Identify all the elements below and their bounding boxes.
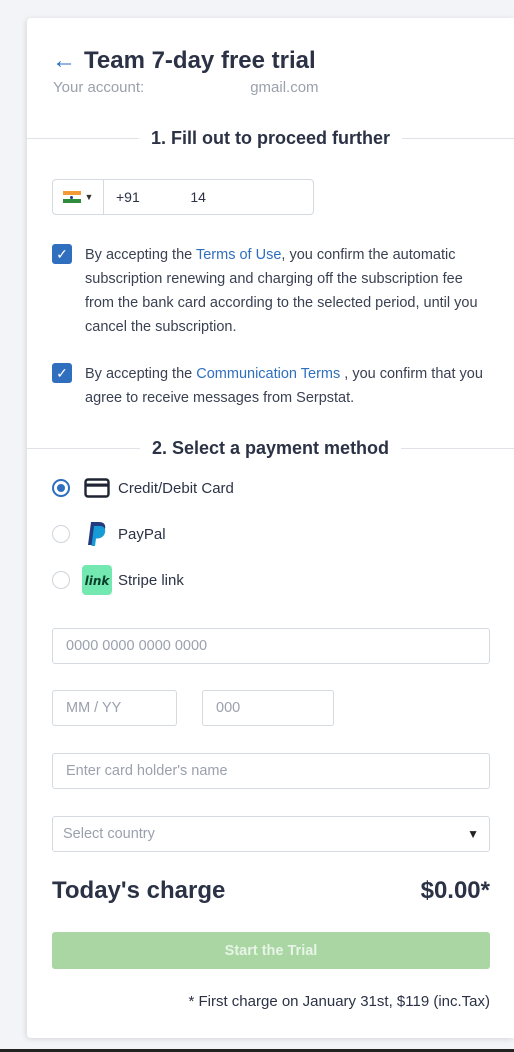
card-number-input[interactable]	[53, 629, 489, 663]
expiry-input[interactable]	[53, 691, 176, 725]
stripe-link-radio[interactable]	[52, 571, 70, 589]
charge-summary: Today's charge $0.00*	[52, 877, 490, 905]
start-trial-button[interactable]: Start the Trial	[52, 932, 490, 969]
stripe-link-icon: link	[82, 565, 112, 595]
card-holder-input[interactable]	[53, 754, 489, 788]
payment-option-card[interactable]: Credit/Debit Card	[52, 473, 234, 503]
divider	[27, 138, 139, 139]
communication-text-before: By accepting the	[85, 366, 197, 382]
payment-option-paypal[interactable]: PayPal	[52, 519, 166, 549]
divider	[402, 138, 514, 139]
svg-text:link: link	[85, 574, 111, 588]
cvc-field	[202, 690, 334, 726]
paypal-icon	[82, 519, 112, 549]
card-number-field	[52, 628, 490, 664]
paypal-label: PayPal	[118, 525, 166, 543]
first-charge-note: * First charge on January 31st, $119 (in…	[188, 993, 490, 1010]
phone-field: ▼ +91 14	[52, 179, 314, 215]
communication-terms-link[interactable]: Communication Terms	[196, 366, 340, 382]
phone-input[interactable]: +91 14	[104, 189, 206, 205]
header: ← Team 7-day free trial	[52, 46, 316, 76]
payment-option-stripe-link[interactable]: link Stripe link	[52, 565, 184, 595]
india-flag-icon	[62, 191, 81, 203]
communication-checkbox[interactable]: ✓	[52, 363, 72, 383]
section-2-title: 2. Select a payment method	[151, 438, 390, 458]
terms-text-before: By accepting the	[85, 247, 196, 263]
communication-text: By accepting the Communication Terms , y…	[85, 362, 485, 410]
divider	[401, 448, 514, 449]
terms-text: By accepting the Terms of Use, you confi…	[85, 243, 485, 339]
stripe-link-label: Stripe link	[118, 571, 184, 589]
section-1-header: 1. Fill out to proceed further	[27, 128, 514, 149]
account-suffix: gmail.com	[250, 79, 319, 96]
account-prefix: Your account:	[53, 79, 145, 96]
cvc-input[interactable]	[203, 691, 333, 725]
credit-card-icon	[82, 473, 112, 503]
charge-amount: $0.00*	[420, 877, 490, 904]
paypal-radio[interactable]	[52, 525, 70, 543]
terms-consent: ✓ By accepting the Terms of Use, you con…	[52, 243, 485, 339]
country-select-placeholder: Select country	[63, 826, 155, 842]
section-2-header: 2. Select a payment method	[27, 438, 514, 459]
terms-of-use-link[interactable]: Terms of Use	[196, 247, 281, 263]
card-label: Credit/Debit Card	[118, 479, 234, 497]
charge-label: Today's charge	[52, 877, 226, 904]
page-title: Team 7-day free trial	[84, 47, 316, 74]
expiry-field	[52, 690, 177, 726]
communication-consent: ✓ By accepting the Communication Terms ,…	[52, 362, 485, 410]
card-holder-field	[52, 753, 490, 789]
chevron-down-icon: ▼	[467, 827, 479, 841]
account-line: Your account: gmail.com	[53, 79, 319, 97]
chevron-down-icon: ▼	[84, 192, 94, 202]
redacted-email-mask	[144, 79, 251, 97]
section-1-title: 1. Fill out to proceed further	[151, 128, 391, 148]
country-code-select[interactable]: ▼	[53, 180, 104, 214]
terms-checkbox[interactable]: ✓	[52, 244, 72, 264]
country-select[interactable]: Select country ▼	[52, 816, 490, 852]
divider	[27, 448, 140, 449]
card-radio[interactable]	[52, 479, 70, 497]
arrow-left-icon[interactable]: ←	[52, 46, 76, 76]
